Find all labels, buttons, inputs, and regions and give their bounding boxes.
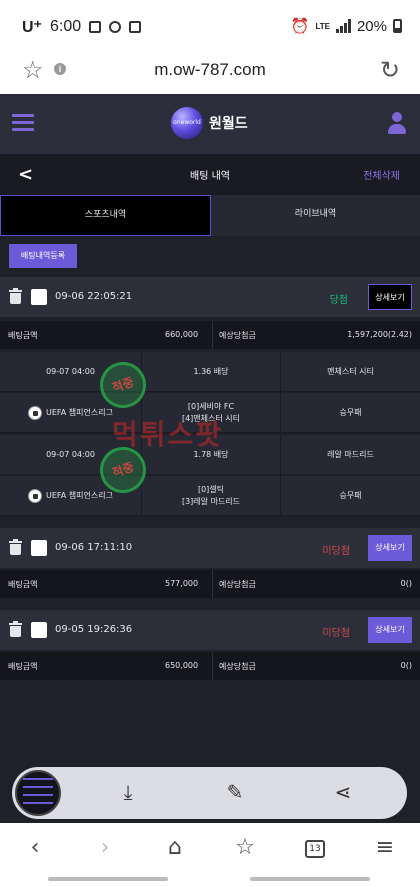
match-pick: 맨체스터 시티 — [327, 367, 374, 376]
bet-status: 당첨 — [329, 295, 348, 306]
gallery-icon — [89, 21, 102, 33]
delete-all-button[interactable]: 전체삭제 — [363, 167, 400, 182]
status-bar: U⁺ 6:00 ⏰ LTE 20% — [0, 0, 420, 50]
tab-live[interactable]: 라이브내역 — [211, 195, 420, 236]
gesture-bar — [250, 877, 370, 881]
amount-row: 배팅금액 660,000 예상당첨금 1,597,200(2.42) — [0, 321, 420, 349]
bet-header: 09-06 17:11:10 미당첨 상세보기 — [0, 528, 420, 568]
detail-button[interactable]: 상세보기 — [368, 535, 412, 561]
expected-win-label: 예상당첨금 — [219, 331, 256, 340]
match-teams: [0]셀틱 [3]레알 마드리드 — [141, 476, 281, 516]
screenshot-thumbnail[interactable] — [15, 770, 61, 816]
gesture-bar — [48, 877, 168, 881]
reload-icon[interactable]: ↻ — [380, 56, 400, 85]
battery-icon — [393, 19, 402, 33]
match-odds: 1.36 배당 — [141, 352, 281, 392]
share-icon[interactable]: ⋖ — [330, 780, 356, 804]
history-tabs: 스포츠내역 라이브내역 — [0, 195, 420, 236]
clock: 6:00 — [50, 18, 82, 35]
home-team: [0]세비야 FC — [187, 402, 235, 411]
bet-amount-label: 배팅금액 — [8, 580, 38, 589]
tab-sports[interactable]: 스포츠내역 — [0, 195, 211, 236]
bet-amount-value: 650,000 — [165, 661, 199, 670]
network-label: LTE — [315, 21, 330, 31]
site-logo[interactable]: oneworld 원월드 — [171, 107, 248, 139]
page-title: 배팅 내역 — [190, 171, 230, 182]
trash-icon[interactable] — [9, 621, 22, 638]
detail-button[interactable]: 상세보기 — [368, 284, 412, 310]
screenshot-toolbar: ⤓ ✎ ⋖ — [12, 767, 407, 819]
soccer-ball-icon — [28, 489, 43, 503]
bet-amount-label: 배팅금액 — [8, 331, 38, 340]
bet-status: 미당첨 — [322, 628, 350, 639]
forward-nav-icon[interactable]: › — [90, 835, 120, 860]
bet-checkbox[interactable] — [31, 289, 47, 305]
bet-datetime: 09-05 19:26:36 — [55, 624, 133, 635]
user-icon[interactable] — [388, 112, 406, 134]
trash-icon[interactable] — [9, 539, 22, 556]
home-team: [0]셀틱 — [197, 485, 225, 494]
match-row: UEFA 챔피언스리그 [0]셀틱 [3]레알 마드리드 승무패 — [0, 476, 420, 516]
scroll-capture-icon[interactable]: ⤓ — [115, 780, 141, 804]
league-label: UEFA 챔피언스리그 — [46, 408, 113, 417]
bet-amount-label: 배팅금액 — [8, 662, 38, 671]
bet-checkbox[interactable] — [31, 622, 47, 638]
menu-icon[interactable] — [12, 114, 34, 132]
battery-percent: 20% — [356, 17, 387, 35]
register-bet-button[interactable]: 배팅내역등록 — [9, 244, 77, 268]
site-header: oneworld 원월드 — [0, 94, 420, 154]
away-team: [3]레알 마드리드 — [181, 497, 241, 506]
bet-datetime: 09-06 22:05:21 — [55, 291, 133, 302]
amount-row: 배팅금액 577,000 예상당첨금 0() — [0, 570, 420, 598]
bet-header: 09-05 19:26:36 미당첨 상세보기 — [0, 610, 420, 650]
expected-win-value: 0() — [400, 579, 412, 588]
bet-header: 09-06 22:05:21 당첨 상세보기 — [0, 277, 420, 317]
bet-datetime: 09-06 17:11:10 — [55, 542, 133, 553]
back-nav-icon[interactable]: ‹ — [20, 835, 50, 860]
expected-win-value: 1,597,200(2.42) — [347, 330, 412, 339]
app-icon — [129, 21, 142, 33]
signal-icon — [335, 19, 351, 33]
bet-status: 미당첨 — [322, 546, 350, 557]
bookmarks-icon[interactable]: ☆ — [230, 835, 260, 860]
home-icon[interactable]: ⌂ — [160, 835, 190, 860]
crop-edit-icon[interactable]: ✎ — [222, 780, 248, 804]
bet-amount-value: 660,000 — [165, 330, 199, 339]
league-label: UEFA 챔피언스리그 — [46, 491, 113, 500]
amount-row: 배팅금액 650,000 예상당첨금 0() — [0, 652, 420, 680]
alarm-icon: ⏰ — [290, 18, 310, 35]
carrier-label: U⁺ — [22, 19, 42, 36]
expected-win-value: 0() — [400, 661, 412, 670]
address-bar: ☆ i m.ow-787.com ↻ — [0, 50, 420, 94]
expected-win-label: 예상당첨금 — [219, 662, 256, 671]
browser-nav: ‹ › ⌂ ☆ 13 ≡ — [0, 823, 420, 887]
tabs-icon[interactable]: 13 — [305, 840, 325, 858]
trash-icon[interactable] — [9, 288, 22, 305]
watermark: 먹튀스팟 — [112, 418, 224, 451]
url-field[interactable]: m.ow-787.com — [0, 60, 420, 80]
match-row: 09-07 04:00 1.36 배당 맨체스터 시티 — [0, 352, 420, 392]
soccer-ball-icon — [28, 406, 43, 420]
menu-lines-icon[interactable]: ≡ — [370, 835, 400, 860]
bet-amount-value: 577,000 — [165, 579, 199, 588]
match-market: 승무패 — [339, 491, 362, 500]
bet-checkbox[interactable] — [31, 540, 47, 556]
title-bar: < 배팅 내역 전체삭제 — [0, 154, 420, 195]
logo-orb-icon: oneworld — [171, 107, 203, 139]
notification-icon — [109, 21, 122, 33]
logo-text: 원월드 — [209, 116, 248, 132]
expected-win-label: 예상당첨금 — [219, 580, 256, 589]
detail-button[interactable]: 상세보기 — [368, 617, 412, 643]
